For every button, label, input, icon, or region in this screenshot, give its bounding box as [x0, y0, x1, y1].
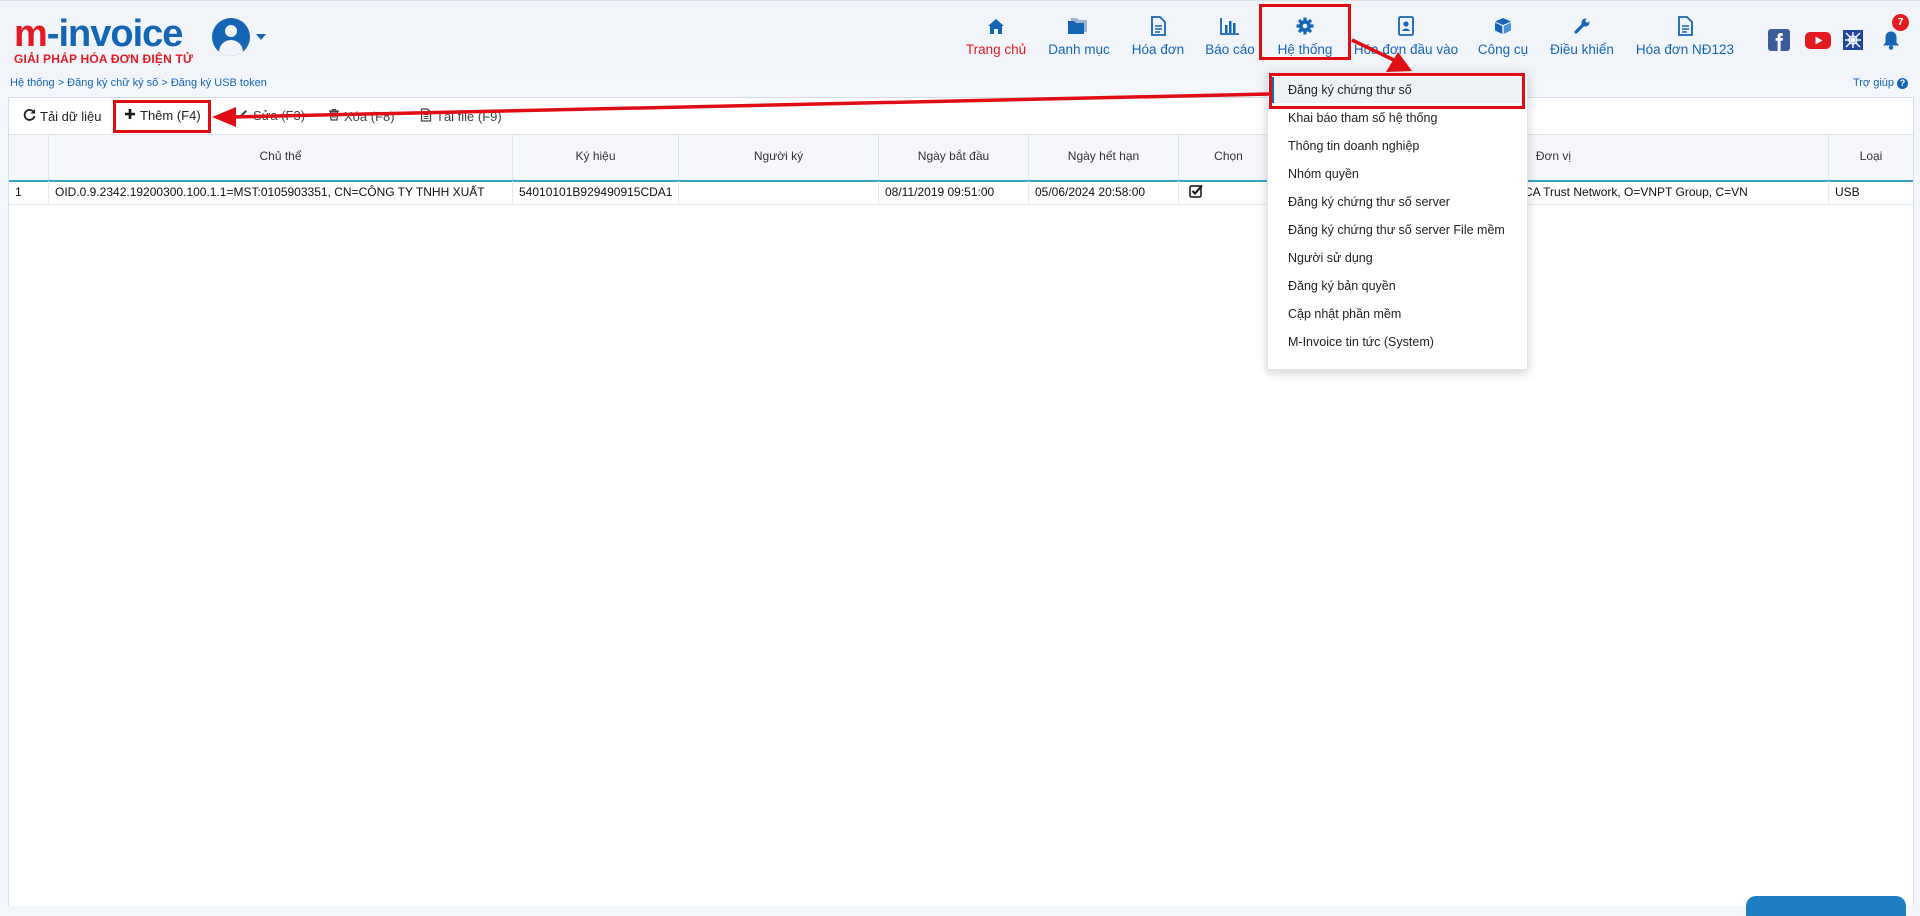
nav-invoice-label: Hóa đơn	[1131, 42, 1185, 57]
menu-item-license-registration[interactable]: Đăng ký bản quyền	[1288, 279, 1396, 293]
help-label: Trợ giúp	[1852, 77, 1894, 89]
menu-item-register-certificate-server-softfile[interactable]: Đăng ký chứng thư số server File mềm	[1288, 223, 1505, 237]
cell-select[interactable]	[1179, 181, 1279, 204]
logo-part2: -invoice	[46, 13, 184, 55]
grid-header: Chủ thể Ký hiệu Người ký Ngày bắt đầu Ng…	[9, 134, 1913, 182]
file-icon	[420, 108, 432, 125]
col-header-subject[interactable]: Chủ thể	[49, 135, 513, 180]
wrench-icon	[1546, 15, 1618, 37]
chevron-down-icon[interactable]	[256, 34, 266, 40]
top-bar: m-invoice GIẢI PHÁP HÓA ĐƠN ĐIỆN TỬ Tran…	[0, 0, 1920, 79]
help-link[interactable]: Trợ giúp?	[1853, 77, 1908, 89]
document-icon	[1126, 15, 1190, 37]
col-header-start-date[interactable]: Ngày bắt đầu	[879, 135, 1029, 180]
cell-serial: 54010101B929490915CDA1	[513, 181, 679, 204]
nav-input-invoice[interactable]: Hóa đơn đầu vào	[1352, 15, 1460, 57]
nav-tools[interactable]: Công cụ	[1472, 15, 1534, 57]
nav-system-label: Hệ thống	[1277, 42, 1333, 57]
contact-book-icon	[1352, 15, 1460, 37]
plus-icon	[124, 108, 136, 123]
reload-button[interactable]: Tải dữ liệu	[23, 108, 101, 124]
col-header-select[interactable]: Chọn	[1179, 135, 1279, 180]
menu-item-company-info[interactable]: Thông tin doanh nghiệp	[1288, 139, 1419, 153]
nav-catalog[interactable]: Danh mục	[1044, 15, 1114, 57]
nav-home[interactable]: Trang chủ	[962, 15, 1030, 57]
cell-signer	[679, 181, 879, 204]
cell-subject: OID.0.9.2342.19200300.100.1.1=MST:010590…	[49, 181, 513, 204]
delete-label: Xóa (F8)	[344, 108, 395, 124]
pencil-icon	[237, 108, 249, 123]
reload-label: Tải dữ liệu	[40, 108, 102, 124]
logo-part1: m	[14, 13, 48, 55]
col-header-signer[interactable]: Người ký	[679, 135, 879, 180]
nav-control-label: Điều khiển	[1550, 42, 1614, 57]
notification-badge: 7	[1892, 14, 1909, 31]
breadcrumb: Hệ thống > Đăng ký chữ ký số > Đăng ký U…	[10, 77, 267, 89]
nav-catalog-label: Danh mục	[1048, 42, 1110, 57]
facebook-icon[interactable]	[1768, 29, 1790, 51]
checkbox-checked-icon[interactable]	[1189, 184, 1203, 199]
refresh-icon	[23, 108, 36, 124]
cell-type: USB	[1835, 185, 1860, 199]
partner-logo-icon[interactable]	[1842, 29, 1864, 51]
nav-invoice-nd123[interactable]: Hóa đơn NĐ123	[1630, 15, 1740, 57]
nav-tools-label: Công cụ	[1477, 42, 1529, 57]
col-header-end-date[interactable]: Ngày hết hạn	[1029, 135, 1179, 180]
home-icon	[962, 15, 1030, 37]
nav-control[interactable]: Điều khiển	[1546, 15, 1618, 57]
delete-button[interactable]: Xóa (F8)	[328, 108, 395, 124]
col-header-index	[9, 135, 49, 180]
menu-item-register-certificate-server[interactable]: Đăng ký chứng thư số server	[1288, 195, 1450, 209]
logo-tagline: GIẢI PHÁP HÓA ĐƠN ĐIỆN TỬ	[14, 52, 194, 66]
nav-invoice-nd123-label: Hóa đơn NĐ123	[1635, 42, 1735, 57]
menu-item-system-parameters[interactable]: Khai báo tham số hệ thống	[1288, 111, 1437, 125]
download-file-button[interactable]: Tải file (F9)	[420, 108, 502, 125]
bell-icon[interactable]: 7	[1880, 14, 1909, 51]
table-row[interactable]: 1 OID.0.9.2342.19200300.100.1.1=MST:0105…	[9, 181, 1913, 205]
bar-chart-icon	[1200, 15, 1260, 37]
menu-item-register-certificate[interactable]: Đăng ký chứng thư số	[1288, 83, 1412, 97]
edit-label: Sửa (F3)	[253, 108, 306, 123]
youtube-icon[interactable]	[1805, 29, 1831, 51]
menu-item-users[interactable]: Người sử dụng	[1288, 251, 1373, 265]
col-header-serial[interactable]: Ký hiệu	[513, 135, 679, 180]
download-file-label: Tải file (F9)	[436, 109, 502, 124]
toolbar: Tải dữ liệu Thêm (F4) Sửa (F3) Xóa (F8) …	[9, 98, 1913, 134]
trash-icon	[328, 108, 340, 124]
menu-item-minvoice-news[interactable]: M-Invoice tin tức (System)	[1288, 335, 1434, 349]
document-icon	[1630, 15, 1740, 37]
edit-button[interactable]: Sửa (F3)	[237, 108, 305, 123]
main-panel: Tải dữ liệu Thêm (F4) Sửa (F3) Xóa (F8) …	[8, 97, 1914, 906]
cell-start-date: 08/11/2019 09:51:00	[879, 181, 1029, 204]
cell-end-date: 05/06/2024 20:58:00	[1029, 181, 1179, 204]
user-avatar-icon[interactable]	[212, 18, 250, 56]
nav-report-label: Báo cáo	[1205, 42, 1255, 57]
system-dropdown-menu: Đăng ký chứng thư số Khai báo tham số hệ…	[1267, 72, 1528, 370]
nav-system[interactable]: Hệ thống	[1270, 15, 1340, 57]
floating-button[interactable]	[1746, 896, 1906, 916]
cell-index: 1	[9, 181, 49, 204]
logo-wordmark: m-invoice	[14, 15, 193, 53]
box-icon	[1472, 15, 1534, 37]
nav-report[interactable]: Báo cáo	[1200, 15, 1260, 57]
menu-item-software-update[interactable]: Cập nhật phần mềm	[1288, 307, 1401, 321]
logo[interactable]: m-invoice GIẢI PHÁP HÓA ĐƠN ĐIỆN TỬ	[14, 15, 194, 66]
question-icon: ?	[1897, 77, 1908, 89]
gear-icon	[1270, 15, 1340, 37]
nav-input-invoice-label: Hóa đơn đầu vào	[1353, 42, 1459, 57]
col-header-type[interactable]: Loại	[1829, 135, 1913, 180]
nav-invoice[interactable]: Hóa đơn	[1126, 15, 1190, 57]
folder-icon	[1044, 15, 1114, 37]
nav-home-label: Trang chủ	[965, 42, 1027, 57]
menu-item-permission-groups[interactable]: Nhóm quyền	[1288, 167, 1359, 181]
add-button[interactable]: Thêm (F4)	[124, 108, 201, 123]
add-label: Thêm (F4)	[140, 108, 201, 123]
